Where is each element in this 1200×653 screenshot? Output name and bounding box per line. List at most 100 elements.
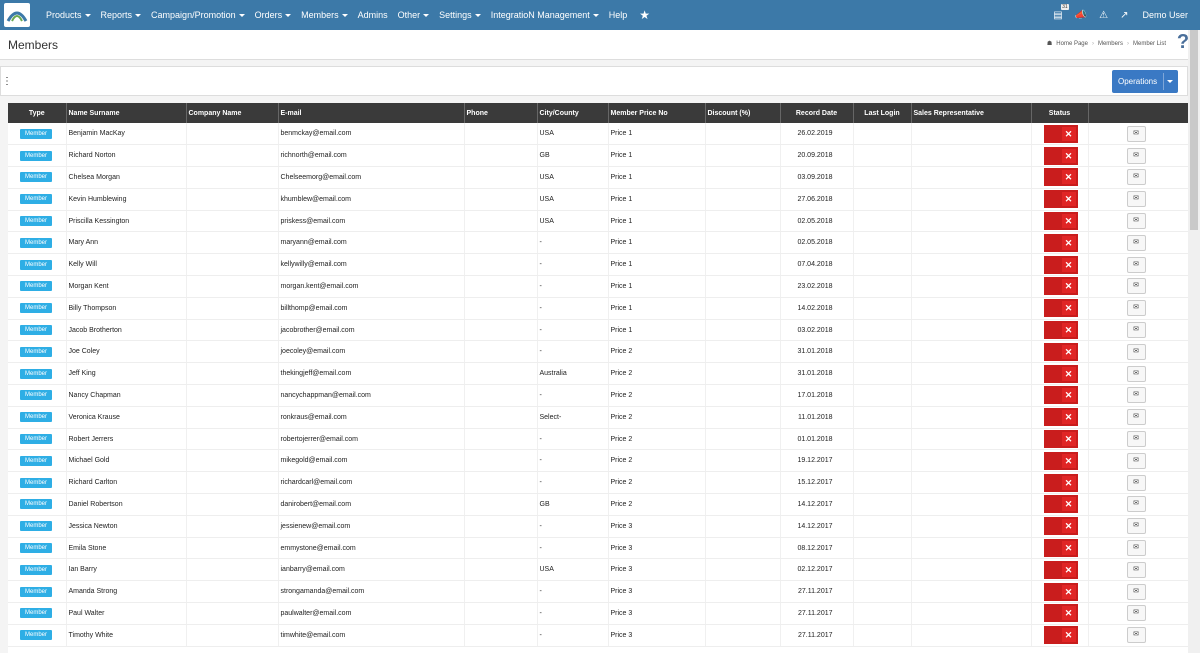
- logo[interactable]: [4, 3, 30, 27]
- envelope-icon[interactable]: ✉: [1126, 496, 1146, 513]
- megaphone-icon[interactable]: 📣: [1075, 10, 1087, 21]
- external-link-icon[interactable]: ↗: [1120, 10, 1128, 21]
- more-options-icon[interactable]: ⋮: [1, 73, 13, 91]
- envelope-icon[interactable]: ✉: [1126, 256, 1146, 273]
- member-type-badge[interactable]: Member: [20, 368, 53, 379]
- nav-item-members[interactable]: Members: [301, 10, 348, 20]
- breadcrumb-members[interactable]: Members: [1098, 41, 1123, 47]
- envelope-icon[interactable]: ✉: [1126, 169, 1146, 186]
- alert-icon[interactable]: ⚠: [1099, 10, 1108, 21]
- envelope-icon[interactable]: ✉: [1126, 365, 1146, 382]
- column-header[interactable]: Discount (%): [705, 103, 781, 123]
- member-type-badge[interactable]: Member: [20, 259, 53, 270]
- status-toggle[interactable]: ✕: [1043, 233, 1078, 252]
- column-header[interactable]: City/County: [537, 103, 609, 123]
- member-type-badge[interactable]: Member: [20, 412, 53, 423]
- envelope-icon[interactable]: ✉: [1126, 300, 1146, 317]
- envelope-icon[interactable]: ✉: [1126, 627, 1146, 644]
- member-type-badge[interactable]: Member: [20, 564, 53, 575]
- nav-item-reports[interactable]: Reports: [101, 10, 142, 20]
- column-header[interactable]: Member Price No: [608, 103, 706, 123]
- status-toggle[interactable]: ✕: [1043, 364, 1078, 383]
- scrollbar-thumb[interactable]: [1190, 30, 1198, 230]
- status-toggle[interactable]: ✕: [1043, 626, 1078, 645]
- member-type-badge[interactable]: Member: [20, 128, 53, 139]
- member-type-badge[interactable]: Member: [20, 172, 53, 183]
- column-header[interactable]: Name Surname: [66, 103, 187, 123]
- envelope-icon[interactable]: ✉: [1126, 561, 1146, 578]
- member-type-badge[interactable]: Member: [20, 477, 53, 488]
- column-header[interactable]: E-mail: [278, 103, 465, 123]
- member-type-badge[interactable]: Member: [20, 521, 53, 532]
- envelope-icon[interactable]: ✉: [1126, 147, 1146, 164]
- calendar-icon[interactable]: ▤ 31: [1053, 3, 1069, 21]
- column-header[interactable]: Phone: [464, 103, 538, 123]
- column-header[interactable]: Company Name: [186, 103, 279, 123]
- nav-item-products[interactable]: Products: [46, 10, 91, 20]
- member-type-badge[interactable]: Member: [20, 499, 53, 510]
- status-toggle[interactable]: ✕: [1043, 473, 1078, 492]
- envelope-icon[interactable]: ✉: [1126, 474, 1146, 491]
- status-toggle[interactable]: ✕: [1043, 386, 1078, 405]
- status-toggle[interactable]: ✕: [1043, 539, 1078, 558]
- nav-item-other[interactable]: Other: [398, 10, 430, 20]
- status-toggle[interactable]: ✕: [1043, 124, 1078, 143]
- status-toggle[interactable]: ✕: [1043, 299, 1078, 318]
- member-type-badge[interactable]: Member: [20, 434, 53, 445]
- scrollbar[interactable]: [1188, 30, 1200, 653]
- member-type-badge[interactable]: Member: [20, 303, 53, 314]
- status-toggle[interactable]: ✕: [1043, 321, 1078, 340]
- favorites-star-icon[interactable]: ★: [639, 8, 650, 22]
- envelope-icon[interactable]: ✉: [1126, 540, 1146, 557]
- status-toggle[interactable]: ✕: [1043, 582, 1078, 601]
- status-toggle[interactable]: ✕: [1043, 451, 1078, 470]
- user-menu[interactable]: Demo User: [1142, 10, 1188, 20]
- member-type-badge[interactable]: Member: [20, 325, 53, 336]
- envelope-icon[interactable]: ✉: [1126, 322, 1146, 339]
- member-type-badge[interactable]: Member: [20, 150, 53, 161]
- operations-button[interactable]: Operations: [1112, 70, 1178, 93]
- column-header[interactable]: Type: [8, 103, 67, 123]
- status-toggle[interactable]: ✕: [1043, 560, 1078, 579]
- status-toggle[interactable]: ✕: [1043, 277, 1078, 296]
- envelope-icon[interactable]: ✉: [1126, 605, 1146, 622]
- column-header[interactable]: Record Date: [780, 103, 854, 123]
- member-type-badge[interactable]: Member: [20, 237, 53, 248]
- member-type-badge[interactable]: Member: [20, 346, 53, 357]
- envelope-icon[interactable]: ✉: [1126, 213, 1146, 230]
- nav-item-orders[interactable]: Orders: [255, 10, 292, 20]
- status-toggle[interactable]: ✕: [1043, 146, 1078, 165]
- nav-item-campaign-promotion[interactable]: Campaign/Promotion: [151, 10, 245, 20]
- envelope-icon[interactable]: ✉: [1126, 452, 1146, 469]
- nav-item-help[interactable]: Help: [609, 10, 628, 20]
- envelope-icon[interactable]: ✉: [1126, 234, 1146, 251]
- envelope-icon[interactable]: ✉: [1126, 278, 1146, 295]
- column-header[interactable]: [1088, 103, 1188, 123]
- breadcrumb-home[interactable]: Home Page: [1056, 41, 1088, 47]
- envelope-icon[interactable]: ✉: [1126, 518, 1146, 535]
- column-header[interactable]: Last Login: [853, 103, 912, 123]
- nav-item-integration-management[interactable]: IntegratioN Management: [491, 10, 599, 20]
- member-type-badge[interactable]: Member: [20, 194, 53, 205]
- envelope-icon[interactable]: ✉: [1126, 191, 1146, 208]
- status-toggle[interactable]: ✕: [1043, 430, 1078, 449]
- member-type-badge[interactable]: Member: [20, 608, 53, 619]
- status-toggle[interactable]: ✕: [1043, 168, 1078, 187]
- member-type-badge[interactable]: Member: [20, 455, 53, 466]
- nav-item-admins[interactable]: Admins: [358, 10, 388, 20]
- envelope-icon[interactable]: ✉: [1126, 343, 1146, 360]
- member-type-badge[interactable]: Member: [20, 216, 53, 227]
- envelope-icon[interactable]: ✉: [1126, 387, 1146, 404]
- status-toggle[interactable]: ✕: [1043, 212, 1078, 231]
- status-toggle[interactable]: ✕: [1043, 255, 1078, 274]
- envelope-icon[interactable]: ✉: [1126, 431, 1146, 448]
- status-toggle[interactable]: ✕: [1043, 342, 1078, 361]
- member-type-badge[interactable]: Member: [20, 543, 53, 554]
- status-toggle[interactable]: ✕: [1043, 495, 1078, 514]
- member-type-badge[interactable]: Member: [20, 630, 53, 641]
- status-toggle[interactable]: ✕: [1043, 190, 1078, 209]
- envelope-icon[interactable]: ✉: [1126, 583, 1146, 600]
- envelope-icon[interactable]: ✉: [1126, 125, 1146, 142]
- status-toggle[interactable]: ✕: [1043, 517, 1078, 536]
- status-toggle[interactable]: ✕: [1043, 604, 1078, 623]
